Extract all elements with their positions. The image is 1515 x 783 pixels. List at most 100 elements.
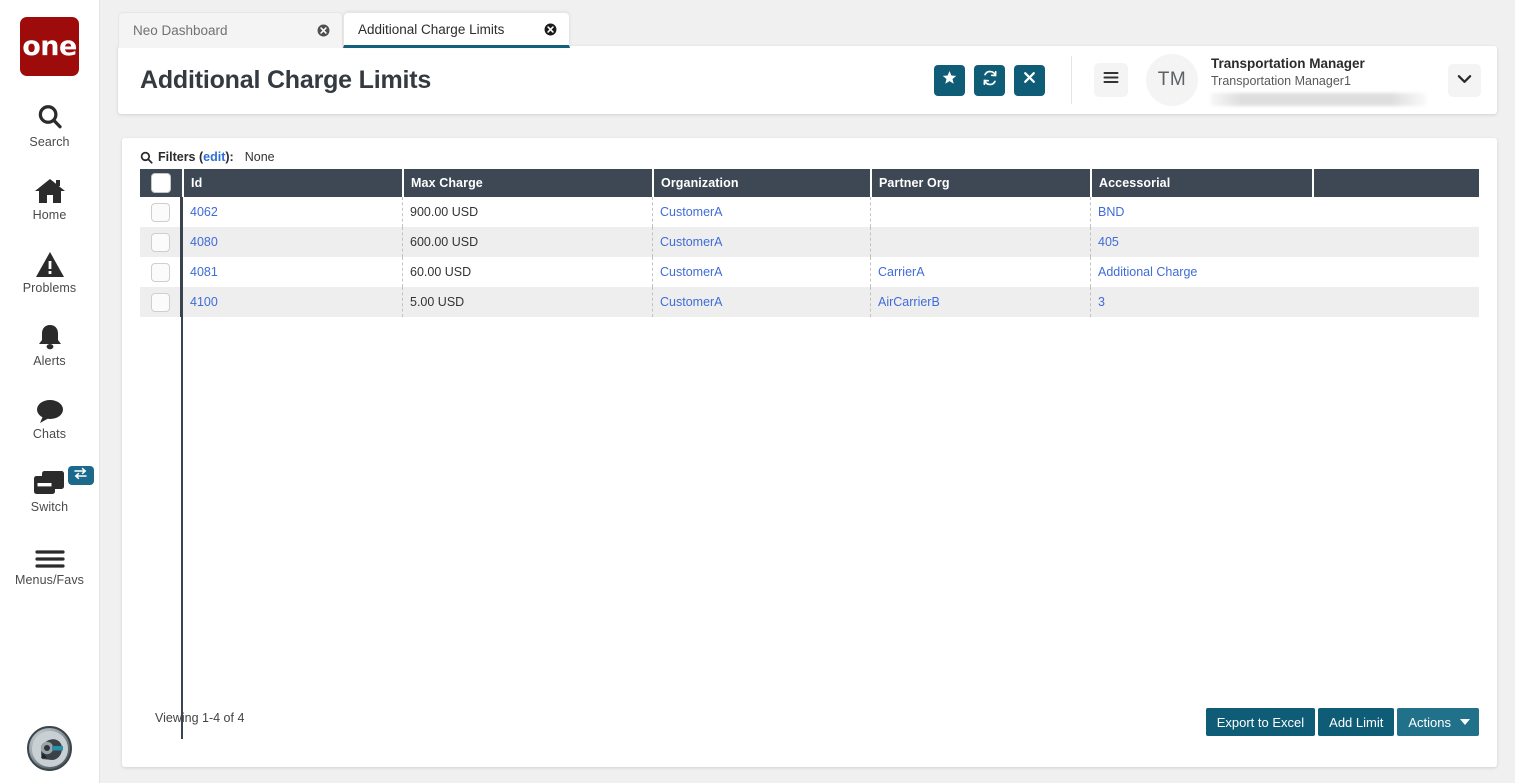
- cell-accessorial[interactable]: BND: [1090, 197, 1312, 227]
- export-to-excel-button[interactable]: Export to Excel: [1206, 708, 1315, 736]
- column-header-spacer: [1312, 169, 1479, 197]
- rail-item-chats[interactable]: Chats: [0, 393, 100, 441]
- filters-edit-link[interactable]: edit: [203, 150, 225, 164]
- footer-action-bar: Export to Excel Add Limit Actions: [1206, 708, 1479, 736]
- rail-item-problems[interactable]: Problems: [0, 247, 100, 295]
- header-menu-button[interactable]: [1094, 63, 1128, 97]
- column-header-accessorial[interactable]: Accessorial: [1090, 169, 1312, 197]
- chat-bubble-icon: [35, 393, 65, 424]
- row-checkbox[interactable]: [151, 233, 170, 252]
- rail-item-label: Problems: [23, 281, 77, 295]
- cell-partner-org[interactable]: [870, 197, 1090, 227]
- rail-item-label: Alerts: [33, 354, 66, 368]
- user-role-name: Transportation Manager: [1211, 56, 1426, 73]
- cell-partner-org[interactable]: [870, 227, 1090, 257]
- filters-label: Filters (: [158, 150, 203, 164]
- tab-additional-charge-limits[interactable]: Additional Charge Limits: [343, 12, 570, 48]
- rail-item-label: Chats: [33, 427, 66, 441]
- filters-bar: Filters ( edit ): None: [140, 150, 275, 164]
- refresh-button[interactable]: [974, 65, 1005, 96]
- close-circle-icon[interactable]: [544, 23, 557, 36]
- cell-id[interactable]: 4080: [182, 227, 402, 257]
- cell-organization[interactable]: CustomerA: [652, 197, 870, 227]
- tab-neo-dashboard[interactable]: Neo Dashboard: [118, 12, 343, 48]
- row-select-cell: [140, 227, 182, 257]
- data-grid-header-row: Id Max Charge Organization Partner Org A…: [140, 169, 1479, 197]
- page-header-actions: [934, 65, 1045, 96]
- cell-id[interactable]: 4062: [182, 197, 402, 227]
- avatar: TM: [1146, 54, 1198, 106]
- grid-frozen-column-divider: [181, 197, 183, 739]
- row-select-cell: [140, 197, 182, 227]
- page-title: Additional Charge Limits: [140, 66, 431, 95]
- table-row[interactable]: 4100 5.00 USD CustomerA AirCarrierB 3: [140, 287, 1479, 317]
- table-row[interactable]: 4080 600.00 USD CustomerA 405: [140, 227, 1479, 257]
- column-header-organization[interactable]: Organization: [652, 169, 870, 197]
- column-header-max-charge[interactable]: Max Charge: [402, 169, 652, 197]
- user-menu-toggle[interactable]: [1448, 64, 1481, 97]
- user-name-group: Transportation Manager Transportation Ma…: [1211, 54, 1426, 106]
- tab-label: Neo Dashboard: [133, 23, 228, 38]
- chevron-down-icon: [1460, 719, 1470, 725]
- close-circle-icon[interactable]: [317, 24, 330, 37]
- column-header-id[interactable]: Id: [182, 169, 402, 197]
- cell-id[interactable]: 4100: [182, 287, 402, 317]
- hamburger-icon: [1103, 71, 1119, 89]
- cell-accessorial[interactable]: Additional Charge: [1090, 257, 1312, 287]
- cell-organization[interactable]: CustomerA: [652, 257, 870, 287]
- cell-max-charge: 60.00 USD: [402, 257, 652, 287]
- cell-max-charge: 600.00 USD: [402, 227, 652, 257]
- chevron-down-icon: [1457, 71, 1472, 89]
- rail-item-menus-favs[interactable]: Menus/Favs: [0, 539, 100, 587]
- filters-value: None: [245, 150, 275, 164]
- table-row[interactable]: 4062 900.00 USD CustomerA BND: [140, 197, 1479, 227]
- add-limit-button[interactable]: Add Limit: [1318, 708, 1394, 736]
- cell-accessorial[interactable]: 3: [1090, 287, 1312, 317]
- row-checkbox[interactable]: [151, 263, 170, 282]
- star-icon: [942, 70, 957, 90]
- home-icon: [34, 174, 66, 205]
- user-profile-block[interactable]: TM Transportation Manager Transportation…: [1146, 54, 1426, 106]
- favorite-button[interactable]: [934, 65, 965, 96]
- data-grid: Id Max Charge Organization Partner Org A…: [140, 169, 1479, 317]
- close-button[interactable]: [1014, 65, 1045, 96]
- content-panel: Filters ( edit ): None Id Max Charge Org…: [122, 138, 1497, 767]
- search-icon: [35, 101, 65, 132]
- table-row[interactable]: 4081 60.00 USD CustomerA CarrierA Additi…: [140, 257, 1479, 287]
- row-checkbox[interactable]: [151, 203, 170, 222]
- row-checkbox[interactable]: [151, 293, 170, 312]
- rail-item-label: Menus/Favs: [15, 573, 84, 587]
- swap-arrows-icon: [73, 467, 88, 485]
- application-window: one Search Home: [0, 0, 1515, 783]
- rail-item-search[interactable]: Search: [0, 101, 100, 149]
- ai-assistant-avatar-icon[interactable]: [27, 726, 72, 771]
- redacted-user-detail: [1211, 93, 1426, 106]
- cell-partner-org[interactable]: AirCarrierB: [870, 287, 1090, 317]
- pagination-status: Viewing 1-4 of 4: [155, 711, 244, 725]
- rail-item-alerts[interactable]: Alerts: [0, 320, 100, 368]
- cell-max-charge: 900.00 USD: [402, 197, 652, 227]
- rail-item-switch[interactable]: Switch: [0, 466, 100, 514]
- cell-partner-org[interactable]: CarrierA: [870, 257, 1090, 287]
- rail-item-home[interactable]: Home: [0, 174, 100, 222]
- column-header-partner-org[interactable]: Partner Org: [870, 169, 1090, 197]
- user-account-name: Transportation Manager1: [1211, 73, 1426, 89]
- one-network-logo[interactable]: one: [20, 17, 79, 76]
- cell-accessorial[interactable]: 405: [1090, 227, 1312, 257]
- cell-organization[interactable]: CustomerA: [652, 227, 870, 257]
- x-icon: [1022, 70, 1037, 90]
- select-all-header-cell: [140, 169, 182, 197]
- cell-id[interactable]: 4081: [182, 257, 402, 287]
- browser-tab-strip: Neo Dashboard Additional Charge Limits: [118, 12, 570, 48]
- header-divider: [1071, 56, 1072, 104]
- rail-item-label: Home: [33, 208, 67, 222]
- refresh-icon: [982, 70, 998, 91]
- select-all-checkbox[interactable]: [151, 173, 171, 193]
- actions-dropdown-button[interactable]: Actions: [1397, 708, 1479, 736]
- filters-label-end: ):: [225, 150, 233, 164]
- warning-triangle-icon: [35, 247, 65, 278]
- switch-badge[interactable]: [68, 466, 94, 485]
- rail-item-label: Search: [29, 135, 69, 149]
- row-select-cell: [140, 287, 182, 317]
- cell-organization[interactable]: CustomerA: [652, 287, 870, 317]
